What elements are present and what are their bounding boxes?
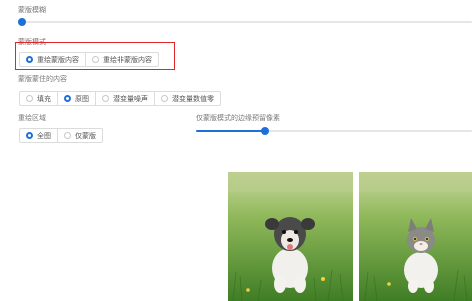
- masked-content-label: 蒙版蒙住的内容: [18, 76, 67, 83]
- radio-label: 全图: [37, 132, 51, 140]
- image-puppy: [228, 172, 353, 301]
- inpaint-area-label: 重绘区域: [18, 115, 46, 122]
- radio-dot-icon: [64, 132, 71, 139]
- slider-thumb[interactable]: [18, 18, 26, 26]
- inpaint-area-group: 全图 仅蒙版: [19, 128, 103, 143]
- highlight-box: [15, 42, 175, 70]
- radio-dot-icon: [161, 95, 168, 102]
- radio-whole-picture[interactable]: 全图: [19, 128, 58, 143]
- padding-slider[interactable]: [196, 127, 472, 135]
- slider-track: [18, 21, 472, 23]
- radio-fill[interactable]: 填充: [19, 91, 58, 106]
- radio-only-masked[interactable]: 仅蒙版: [57, 128, 103, 143]
- radio-label: 潜变量噪声: [113, 95, 148, 103]
- slider-fill: [196, 130, 265, 132]
- radio-label: 仅蒙版: [75, 132, 96, 140]
- mask-blur-label: 蒙版模糊: [18, 7, 46, 14]
- radio-dot-icon: [64, 95, 71, 102]
- padding-label: 仅蒙版模式的边缘预留像素: [196, 115, 280, 122]
- radio-label: 原图: [75, 95, 89, 103]
- masked-content-group: 填充 原图 潜变量噪声 潜变量数值零: [19, 91, 221, 106]
- radio-dot-icon: [26, 95, 33, 102]
- radio-label: 填充: [37, 95, 51, 103]
- mask-blur-slider[interactable]: [18, 18, 472, 26]
- radio-dot-icon: [102, 95, 109, 102]
- radio-dot-icon: [26, 132, 33, 139]
- slider-thumb[interactable]: [261, 127, 269, 135]
- radio-original[interactable]: 原图: [57, 91, 96, 106]
- radio-label: 潜变量数值零: [172, 95, 214, 103]
- radio-latent-noise[interactable]: 潜变量噪声: [95, 91, 155, 106]
- puppy-image: [228, 172, 353, 301]
- radio-latent-nothing[interactable]: 潜变量数值零: [154, 91, 221, 106]
- kitten-image: [359, 172, 472, 301]
- image-kitten: [359, 172, 472, 301]
